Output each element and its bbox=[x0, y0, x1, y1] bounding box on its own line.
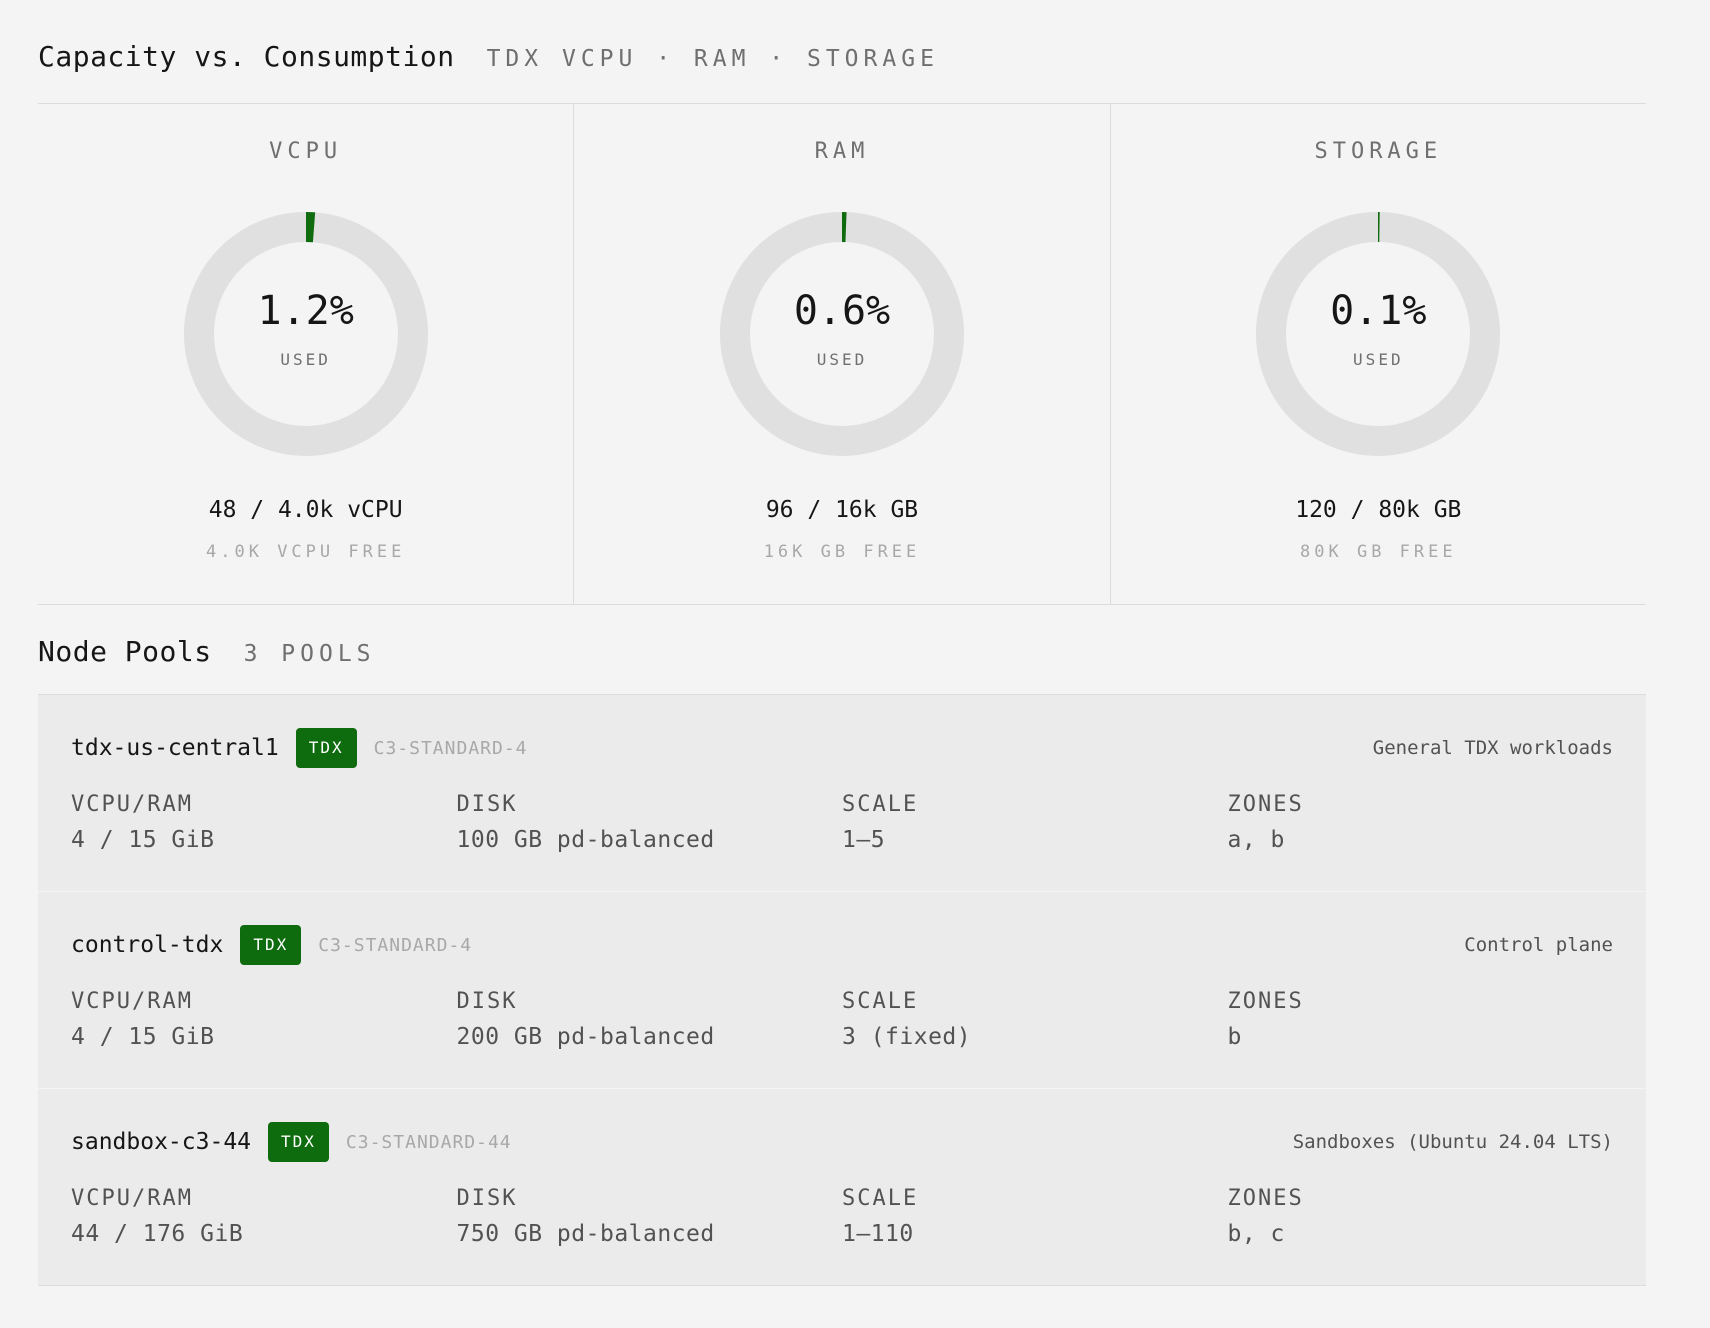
card-label: VCPU bbox=[269, 139, 343, 164]
spec-value: 1–110 bbox=[842, 1221, 914, 1247]
capacity-title: Capacity vs. Consumption bbox=[38, 40, 455, 73]
free-amount: 80K GB FREE bbox=[1300, 542, 1457, 562]
usage-donut: 1.2% USED bbox=[183, 212, 428, 456]
spec-label: ZONES bbox=[1227, 1186, 1304, 1211]
pool-spec-disk: DISK 100 GB pd-balanced bbox=[457, 792, 843, 853]
node-pool-row[interactable]: control-tdx TDX C3-STANDARD-4 Control pl… bbox=[38, 892, 1646, 1089]
spec-value: 750 GB pd-balanced bbox=[456, 1221, 715, 1247]
node-pools-header: Node Pools 3 POOLS bbox=[38, 605, 1646, 695]
pool-spec-scale: SCALE 3 (fixed) bbox=[842, 989, 1228, 1050]
node-pools-count: 3 POOLS bbox=[243, 641, 376, 667]
capacity-card-storage: STORAGE 0.1% USED 120 / 80k GB 80K GB FR… bbox=[1111, 104, 1646, 604]
card-label: STORAGE bbox=[1314, 139, 1443, 164]
machine-type: C3-STANDARD-4 bbox=[318, 934, 473, 956]
spec-label: DISK bbox=[456, 1186, 518, 1211]
spec-value: 4 / 15 GiB bbox=[71, 1024, 215, 1050]
pool-spec-vcpu-ram: VCPU/RAM 4 / 15 GiB bbox=[71, 989, 457, 1050]
free-amount: 16K GB FREE bbox=[763, 542, 921, 562]
usage-donut: 0.1% USED bbox=[1256, 212, 1501, 456]
spec-value: 100 GB pd-balanced bbox=[456, 827, 715, 853]
spec-value: 3 (fixed) bbox=[842, 1024, 972, 1050]
pool-description: Sandboxes (Ubuntu 24.04 LTS) bbox=[1292, 1131, 1613, 1153]
tdx-badge: TDX bbox=[295, 728, 357, 768]
usage-caption: USED bbox=[1353, 350, 1404, 369]
pool-spec-zones: ZONES b bbox=[1228, 989, 1614, 1050]
pool-spec-vcpu-ram: VCPU/RAM 4 / 15 GiB bbox=[71, 792, 457, 853]
spec-value: 44 / 176 GiB bbox=[71, 1221, 244, 1247]
usage-amount: 120 / 80k GB bbox=[1295, 497, 1462, 523]
usage-caption: USED bbox=[816, 350, 868, 369]
pool-name: tdx-us-central1 bbox=[71, 735, 279, 761]
usage-percent: 1.2% bbox=[257, 288, 354, 334]
spec-label: VCPU/RAM bbox=[71, 792, 193, 817]
spec-value: b bbox=[1227, 1024, 1242, 1050]
capacity-card-vcpu: VCPU 1.2% USED 48 / 4.0k vCPU 4.0K VCPU … bbox=[38, 104, 575, 604]
pool-spec-vcpu-ram: VCPU/RAM 44 / 176 GiB bbox=[71, 1186, 457, 1247]
spec-label: SCALE bbox=[842, 1186, 919, 1211]
machine-type: C3-STANDARD-4 bbox=[373, 737, 528, 759]
spec-label: DISK bbox=[456, 989, 518, 1014]
pool-name: control-tdx bbox=[71, 932, 224, 958]
capacity-subtitle: TDX VCPU · RAM · STORAGE bbox=[486, 46, 939, 72]
spec-value: b, c bbox=[1227, 1221, 1285, 1247]
pool-spec-scale: SCALE 1–5 bbox=[842, 792, 1228, 853]
tdx-badge: TDX bbox=[240, 925, 302, 965]
spec-value: 4 / 15 GiB bbox=[71, 827, 215, 853]
free-amount: 4.0K VCPU FREE bbox=[206, 542, 406, 562]
pool-spec-zones: ZONES a, b bbox=[1228, 792, 1614, 853]
card-label: RAM bbox=[814, 139, 870, 164]
spec-label: SCALE bbox=[842, 989, 919, 1014]
spec-label: ZONES bbox=[1227, 989, 1304, 1014]
capacity-cards: VCPU 1.2% USED 48 / 4.0k vCPU 4.0K VCPU … bbox=[38, 104, 1646, 605]
node-pool-row[interactable]: sandbox-c3-44 TDX C3-STANDARD-44 Sandbox… bbox=[38, 1089, 1646, 1286]
tdx-badge: TDX bbox=[268, 1122, 329, 1162]
spec-label: ZONES bbox=[1227, 792, 1304, 817]
node-pool-list: tdx-us-central1 TDX C3-STANDARD-4 Genera… bbox=[38, 695, 1646, 1286]
usage-donut: 0.6% USED bbox=[719, 212, 964, 456]
pool-spec-zones: ZONES b, c bbox=[1228, 1186, 1614, 1247]
pool-description: Control plane bbox=[1464, 934, 1613, 956]
machine-type: C3-STANDARD-44 bbox=[345, 1131, 512, 1153]
pool-spec-disk: DISK 750 GB pd-balanced bbox=[457, 1186, 843, 1247]
dashboard: Capacity vs. Consumption TDX VCPU · RAM … bbox=[38, 0, 1646, 1286]
pool-description: General TDX workloads bbox=[1372, 737, 1613, 759]
node-pools-title: Node Pools bbox=[38, 635, 212, 668]
spec-label: VCPU/RAM bbox=[71, 1186, 193, 1211]
spec-value: 1–5 bbox=[842, 827, 886, 853]
usage-amount: 48 / 4.0k vCPU bbox=[208, 497, 403, 523]
pool-name: sandbox-c3-44 bbox=[71, 1129, 252, 1155]
spec-value: a, b bbox=[1227, 827, 1285, 853]
spec-value: 200 GB pd-balanced bbox=[456, 1024, 715, 1050]
spec-label: VCPU/RAM bbox=[71, 989, 193, 1014]
capacity-card-ram: RAM 0.6% USED 96 / 16k GB 16K GB FREE bbox=[574, 104, 1111, 604]
usage-percent: 0.1% bbox=[1330, 288, 1427, 334]
usage-caption: USED bbox=[280, 350, 331, 369]
pool-spec-disk: DISK 200 GB pd-balanced bbox=[457, 989, 843, 1050]
capacity-header: Capacity vs. Consumption TDX VCPU · RAM … bbox=[38, 0, 1646, 104]
usage-percent: 0.6% bbox=[793, 288, 891, 334]
spec-label: SCALE bbox=[842, 792, 919, 817]
node-pool-row[interactable]: tdx-us-central1 TDX C3-STANDARD-4 Genera… bbox=[38, 695, 1646, 892]
pool-spec-scale: SCALE 1–110 bbox=[842, 1186, 1228, 1247]
spec-label: DISK bbox=[456, 792, 518, 817]
usage-amount: 96 / 16k GB bbox=[765, 497, 919, 523]
